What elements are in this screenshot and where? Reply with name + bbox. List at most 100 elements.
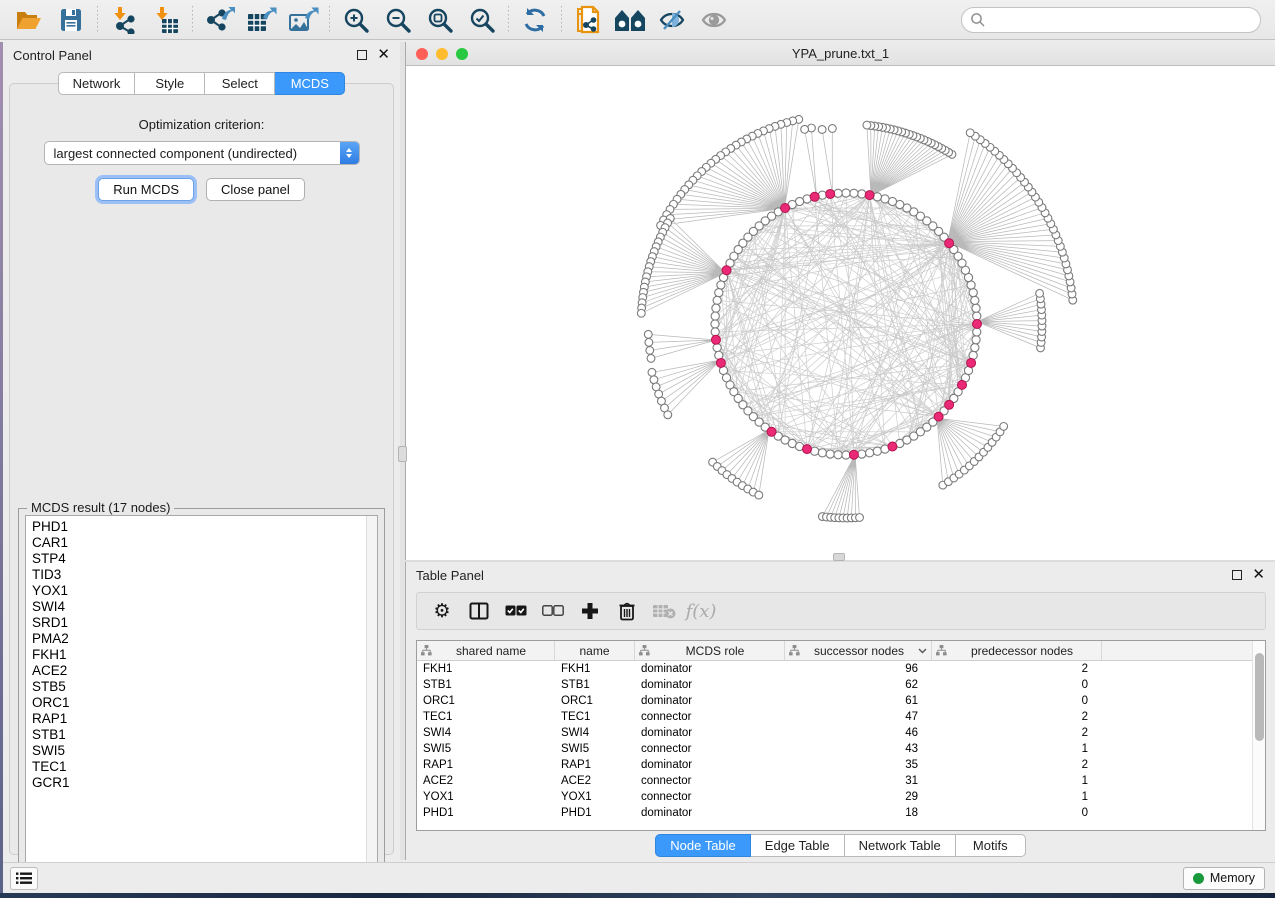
network-node[interactable] (834, 451, 842, 459)
tab-network[interactable]: Network (58, 72, 136, 95)
table-row[interactable]: SWI4SWI4dominator462 (417, 725, 1265, 741)
mcds-result-list[interactable]: PHD1CAR1STP4TID3YOX1SWI4SRD1PMA2FKH1ACE2… (25, 515, 378, 869)
export-network-button[interactable] (198, 3, 240, 37)
network-leaf-node[interactable] (856, 514, 864, 522)
network-leaf-node[interactable] (647, 354, 655, 362)
network-node[interactable] (873, 193, 881, 201)
network-leaf-node[interactable] (645, 339, 653, 347)
float-panel-icon[interactable] (357, 50, 367, 60)
network-node[interactable] (858, 450, 866, 458)
mcds-result-item[interactable]: ORC1 (32, 695, 377, 711)
add-button[interactable] (575, 596, 605, 626)
export-image-button[interactable] (282, 3, 324, 37)
mcds-result-item[interactable]: FKH1 (32, 647, 377, 663)
network-node[interactable] (881, 195, 889, 203)
network-node[interactable] (717, 281, 725, 289)
network-leaf-node[interactable] (801, 125, 809, 133)
mcds-result-item[interactable]: SRD1 (32, 615, 377, 631)
mcds-hub-node[interactable] (865, 191, 874, 200)
mcds-result-item[interactable]: TID3 (32, 567, 377, 583)
table-row[interactable]: FKH1FKH1dominator962 (417, 661, 1265, 677)
network-view-canvas[interactable] (406, 66, 1275, 560)
network-node[interactable] (834, 189, 842, 197)
tab-style[interactable]: Style (135, 72, 205, 95)
network-node[interactable] (711, 328, 719, 336)
mcds-hub-node[interactable] (967, 358, 976, 367)
mcds-result-item[interactable]: GCR1 (32, 775, 377, 791)
network-leaf-node[interactable] (637, 309, 645, 317)
mcds-hub-node[interactable] (888, 442, 897, 451)
result-list-scrollbar[interactable] (366, 516, 377, 868)
task-history-button[interactable] (10, 867, 38, 890)
network-leaf-node[interactable] (648, 368, 656, 376)
mcds-result-item[interactable]: YOX1 (32, 583, 377, 599)
network-node[interactable] (826, 450, 834, 458)
network-leaf-node[interactable] (646, 347, 654, 355)
mcds-hub-node[interactable] (781, 204, 790, 213)
mcds-result-item[interactable]: PMA2 (32, 631, 377, 647)
zoom-fit-button[interactable] (419, 3, 461, 37)
deselect-all-button[interactable] (538, 596, 568, 626)
save-session-button[interactable] (50, 3, 92, 37)
column-header-name[interactable]: name (555, 641, 635, 660)
network-node[interactable] (971, 296, 979, 304)
table-row[interactable]: TEC1TEC1connector472 (417, 709, 1265, 725)
mcds-hub-node[interactable] (957, 380, 966, 389)
table-row[interactable]: ORC1ORC1dominator610 (417, 693, 1265, 709)
network-node[interactable] (858, 190, 866, 198)
function-builder-button[interactable]: f(x) (686, 596, 716, 626)
network-leaf-node[interactable] (755, 491, 763, 499)
zoom-out-button[interactable] (377, 3, 419, 37)
mcds-result-item[interactable]: SWI5 (32, 743, 377, 759)
mcds-result-item[interactable]: STB5 (32, 679, 377, 695)
table-scrollbar-thumb[interactable] (1255, 653, 1264, 741)
table-row[interactable]: SWI5SWI5connector431 (417, 741, 1265, 757)
mcds-result-item[interactable]: CAR1 (32, 535, 377, 551)
network-node[interactable] (711, 320, 719, 328)
network-leaf-node[interactable] (650, 376, 658, 384)
delete-table-button[interactable] (649, 596, 679, 626)
mcds-hub-node[interactable] (945, 400, 954, 409)
tab-node-table[interactable]: Node Table (655, 834, 751, 857)
tab-mcds[interactable]: MCDS (275, 72, 345, 95)
table-row[interactable]: ACE2ACE2connector311 (417, 773, 1265, 789)
network-node[interactable] (713, 296, 721, 304)
zoom-selected-button[interactable] (461, 3, 503, 37)
table-row[interactable]: YOX1YOX1connector291 (417, 789, 1265, 805)
memory-button[interactable]: Memory (1183, 867, 1265, 890)
chevron-down-icon[interactable] (918, 648, 927, 654)
node-table[interactable]: shared namenameMCDS rolesuccessor nodesp… (416, 640, 1266, 831)
mcds-result-item[interactable]: PHD1 (32, 519, 377, 535)
network-node[interactable] (973, 312, 981, 320)
close-panel-icon[interactable]: ✕ (377, 50, 390, 60)
float-table-panel-icon[interactable] (1232, 570, 1242, 580)
mcds-hub-node[interactable] (849, 450, 858, 459)
network-leaf-node[interactable] (664, 411, 672, 419)
mcds-hub-node[interactable] (945, 239, 954, 248)
network-node[interactable] (711, 312, 719, 320)
network-node[interactable] (713, 344, 721, 352)
zoom-in-button[interactable] (335, 3, 377, 37)
table-settings-button[interactable]: ⚙ (427, 596, 457, 626)
mcds-result-item[interactable]: TEC1 (32, 759, 377, 775)
import-table-button[interactable] (145, 3, 187, 37)
network-window-titlebar[interactable]: YPA_prune.txt_1 (406, 42, 1275, 66)
show-details-button[interactable] (693, 3, 735, 37)
mcds-result-item[interactable]: ACE2 (32, 663, 377, 679)
tab-motifs[interactable]: Motifs (956, 834, 1026, 857)
mcds-result-item[interactable]: STP4 (32, 551, 377, 567)
network-node[interactable] (715, 289, 723, 297)
table-scrollbar[interactable] (1252, 641, 1265, 830)
network-node[interactable] (973, 328, 981, 336)
network-node[interactable] (850, 189, 858, 197)
mcds-hub-node[interactable] (810, 192, 819, 201)
open-file-button[interactable] (8, 3, 50, 37)
mcds-hub-node[interactable] (716, 358, 725, 367)
network-node[interactable] (842, 451, 850, 459)
import-network-button[interactable] (103, 3, 145, 37)
network-leaf-node[interactable] (1000, 422, 1008, 430)
hide-details-button[interactable] (651, 3, 693, 37)
network-node[interactable] (972, 304, 980, 312)
network-node[interactable] (818, 449, 826, 457)
network-leaf-node[interactable] (818, 126, 826, 134)
